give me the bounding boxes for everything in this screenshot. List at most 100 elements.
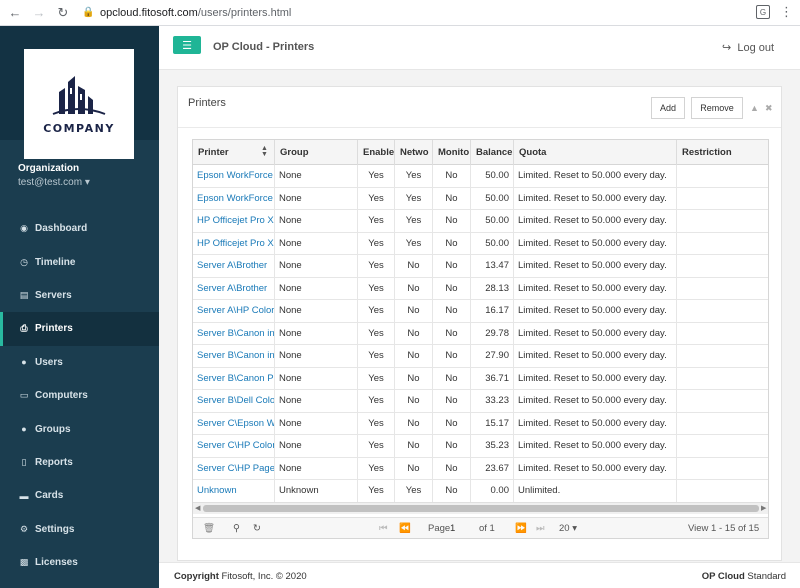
table-row[interactable]: Server B\Canon in None Yes No No 27.90 Limited…	[193, 345, 768, 368]
address-bar[interactable]: 🔒 opcloud.fitosoft.com/users/printers.ht…	[82, 3, 772, 23]
cell-printer[interactable]: HP Officejet Pro X	[193, 232, 275, 255]
cell-balance: 50.00	[471, 187, 514, 210]
column-header-printer[interactable]: Printer ▲ ▼	[193, 140, 275, 165]
last-page-icon[interactable]: ⏭	[536, 523, 545, 534]
card-icon: ▬	[19, 490, 29, 501]
sidebar-item-timeline[interactable]: ◷ Timeline	[0, 245, 159, 278]
sidebar-item-label: Timeline	[35, 256, 76, 268]
close-icon[interactable]: ✖	[765, 103, 773, 114]
sidebar-item-licenses[interactable]: ▩ Licenses	[0, 546, 159, 579]
sidebar-item-label: Dashboard	[35, 223, 88, 235]
page-input[interactable]: 1	[450, 521, 472, 536]
table-row[interactable]: HP Officejet Pro X None Yes Yes No 50.00 Limit…	[193, 232, 768, 255]
sidebar-item-groups[interactable]: ● Groups	[0, 412, 159, 445]
column-header-monitor[interactable]: Monito	[433, 140, 471, 165]
cell-printer[interactable]: Server C\HP Page	[193, 457, 275, 480]
cell-printer[interactable]: Server B\Dell Colo	[193, 390, 275, 412]
cell-network: Yes	[395, 187, 433, 210]
collapse-icon[interactable]: ▲	[750, 103, 759, 113]
table-row[interactable]: Server B\Canon in None Yes No No 29.78 Limited…	[193, 322, 768, 345]
sidebar-item-dashboard[interactable]: ◉ Dashboard	[0, 212, 159, 245]
cell-network: No	[395, 300, 433, 322]
table-row[interactable]: Server A\Brother None Yes No No 13.47 Limited.…	[193, 255, 768, 278]
cell-restriction	[677, 413, 768, 435]
cell-balance: 35.23	[471, 435, 514, 457]
table-row[interactable]: Epson WorkForce None Yes Yes No 50.00 Limited.…	[193, 187, 768, 210]
search-icon[interactable]: ⚲	[233, 523, 240, 534]
translate-icon[interactable]: G	[756, 5, 770, 19]
sidebar-item-computers[interactable]: ▭ Computers	[0, 379, 159, 412]
cell-quota: Limited. Reset to 50.000 every day.	[514, 345, 677, 367]
table-row[interactable]: Server C\HP Page None Yes No No 23.67 Limited.…	[193, 457, 768, 480]
cell-quota: Limited. Reset to 50.000 every day.	[514, 210, 677, 232]
column-header-quota[interactable]: Quota	[514, 140, 677, 165]
table-row[interactable]: Server A\Brother None Yes No No 28.13 Limited.…	[193, 277, 768, 300]
cell-printer[interactable]: Server A\HP Color	[193, 300, 275, 322]
sidebar-item-settings[interactable]: ⚙ Settings	[0, 513, 159, 546]
logout-link[interactable]: ↪ Log out	[722, 41, 774, 54]
sidebar-item-users[interactable]: ● Users	[0, 346, 159, 379]
cell-printer[interactable]: Server C\Epson W	[193, 412, 275, 435]
back-arrow-icon[interactable]: ←	[6, 4, 24, 22]
table-row[interactable]: Server C\HP Color None Yes No No 35.23 Limited…	[193, 435, 768, 458]
menu-toggle-button[interactable]: ☰	[173, 36, 201, 54]
refresh-icon[interactable]: ↻	[253, 523, 261, 534]
column-header-restriction[interactable]: Restriction	[677, 140, 768, 165]
organization-email[interactable]: test@test.com ▾	[18, 177, 90, 188]
cell-printer[interactable]: Epson WorkForce	[193, 165, 275, 187]
table-row[interactable]: HP Officejet Pro X None Yes Yes No 50.00 Limit…	[193, 210, 768, 233]
panel-title: Printers	[188, 97, 226, 109]
cell-network: No	[395, 322, 433, 345]
column-header-network[interactable]: Netwo	[395, 140, 433, 165]
browser-menu-icon[interactable]: ⋮	[780, 4, 793, 20]
scrollbar-thumb[interactable]	[203, 505, 759, 512]
remove-button[interactable]: Remove	[691, 97, 743, 119]
cell-balance: 29.78	[471, 322, 514, 345]
sidebar-item-printers[interactable]: ⎙ Printers	[0, 312, 159, 346]
lock-icon: 🔒	[82, 7, 95, 18]
cell-monitor: No	[433, 367, 471, 390]
forward-arrow-icon[interactable]: →	[30, 4, 48, 22]
cell-network: No	[395, 390, 433, 412]
column-header-group[interactable]: Group	[275, 140, 358, 165]
table-row[interactable]: Server C\Epson W None Yes No No 15.17 Limited.…	[193, 412, 768, 435]
column-header-enabled[interactable]: Enable	[358, 140, 395, 165]
table-row[interactable]: Epson WorkForce None Yes Yes No 50.00 Limited.…	[193, 165, 768, 188]
add-button[interactable]: Add	[651, 97, 685, 119]
scroll-left-icon[interactable]: ◀	[195, 504, 200, 512]
scroll-right-icon[interactable]: ▶	[761, 504, 766, 512]
cell-group: None	[275, 322, 358, 345]
cell-printer[interactable]: Server B\Canon in	[193, 322, 275, 345]
sidebar-item-cards[interactable]: ▬ Cards	[0, 479, 159, 512]
cell-printer[interactable]: Server A\Brother	[193, 277, 275, 300]
cell-monitor: No	[433, 412, 471, 435]
table-row[interactable]: Server B\Dell Colo None Yes No No 33.23 Limite…	[193, 390, 768, 413]
cell-quota: Limited. Reset to 50.000 every day.	[514, 457, 677, 480]
sidebar-item-reports[interactable]: ▯ Reports	[0, 446, 159, 479]
cell-quota: Limited. Reset to 50.000 every day.	[514, 322, 677, 345]
cell-printer[interactable]: Unknown	[193, 480, 275, 502]
cell-printer[interactable]: Server B\Canon P	[193, 367, 275, 390]
table-row[interactable]: Unknown Unknown Yes Yes No 0.00 Unlimited.	[193, 480, 768, 503]
column-header-balance[interactable]: Balance	[471, 140, 514, 165]
table-row[interactable]: Server A\HP Color None Yes No No 16.17 Limited…	[193, 300, 768, 323]
cell-printer[interactable]: Server A\Brother	[193, 255, 275, 277]
cell-printer[interactable]: Server C\HP Color	[193, 435, 275, 457]
horizontal-scrollbar[interactable]: ◀ ▶	[193, 502, 768, 514]
cell-enabled: Yes	[358, 345, 395, 367]
cell-printer[interactable]: Epson WorkForce	[193, 187, 275, 210]
users-icon: ●	[21, 424, 27, 435]
sidebar-item-servers[interactable]: ▤ Servers	[0, 279, 159, 312]
prev-page-icon[interactable]: ⏪	[399, 523, 411, 534]
cell-printer[interactable]: HP Officejet Pro X	[193, 210, 275, 232]
cell-enabled: Yes	[358, 255, 395, 277]
first-page-icon[interactable]: ⏮	[379, 523, 388, 534]
buildings-logo-icon	[52, 75, 106, 115]
cell-printer[interactable]: Server B\Canon in	[193, 345, 275, 367]
reload-icon[interactable]: ↻	[54, 4, 72, 22]
next-page-icon[interactable]: ⏩	[515, 523, 527, 534]
trash-icon[interactable]: 🗑	[203, 523, 215, 534]
page-size-select[interactable]: 20 ▾	[559, 523, 577, 534]
cell-network: Yes	[395, 480, 433, 502]
table-row[interactable]: Server B\Canon P None Yes No No 36.71 Limited.…	[193, 367, 768, 390]
